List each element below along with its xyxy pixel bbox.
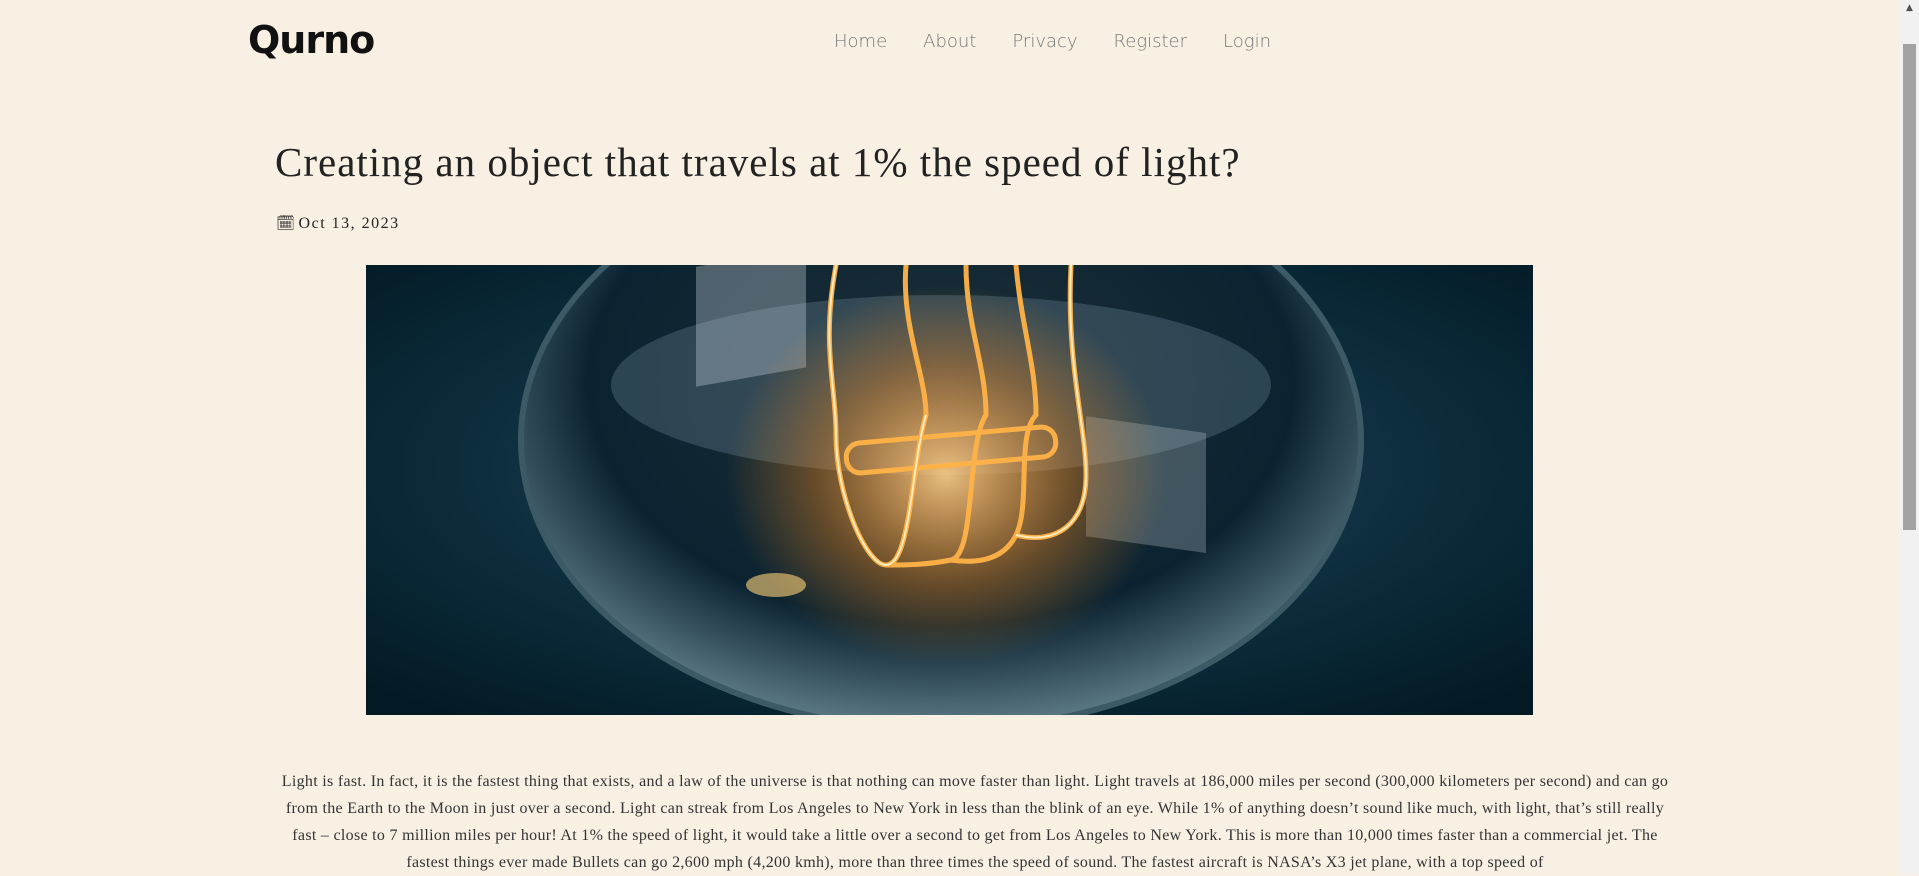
calendar-icon: 🗓: [276, 216, 297, 232]
main-navigation: Home About Privacy Register Login: [834, 31, 1271, 52]
site-header: Qurno Home About Privacy Register Login: [0, 0, 1900, 90]
site-logo[interactable]: Qurno: [248, 18, 375, 62]
nav-register-link[interactable]: Register: [1114, 31, 1188, 52]
nav-home-link[interactable]: Home: [834, 31, 887, 52]
scrollbar-thumb[interactable]: [1903, 44, 1916, 530]
nav-about-link[interactable]: About: [923, 31, 976, 52]
nav-login-link[interactable]: Login: [1223, 31, 1271, 52]
featured-image: [366, 265, 1533, 715]
page: Qurno Home About Privacy Register Login …: [0, 0, 1900, 874]
scroll-up-arrow-icon[interactable]: ▲: [1900, 0, 1919, 17]
post-title: Creating an object that travels at 1% th…: [275, 139, 1241, 185]
nav-privacy-link[interactable]: Privacy: [1012, 31, 1077, 52]
post-date-text: Oct 13, 2023: [298, 214, 400, 232]
post-date: 🗓 Oct 13, 2023: [276, 214, 400, 233]
vertical-scrollbar[interactable]: ▲: [1900, 0, 1919, 874]
post-body: Light is fast. In fact, it is the fastes…: [281, 773, 1669, 871]
light-bulb-image: [366, 265, 1533, 715]
